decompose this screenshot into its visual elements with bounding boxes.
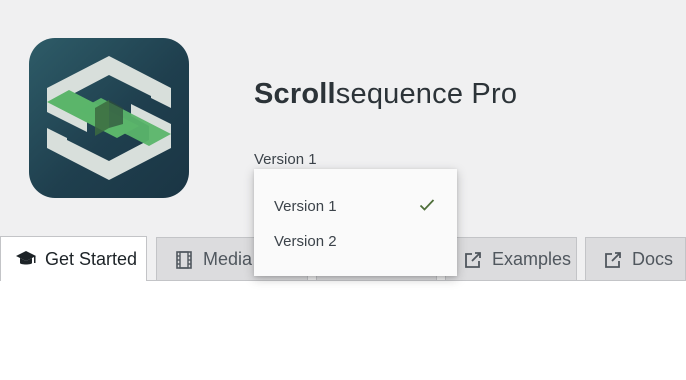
main-content xyxy=(0,281,686,380)
product-title-rest: sequence Pro xyxy=(335,78,518,110)
film-icon xyxy=(173,249,195,271)
graduation-cap-icon xyxy=(15,248,37,270)
check-icon xyxy=(419,198,435,212)
version-option-2[interactable]: Version 2 xyxy=(254,226,457,256)
product-title: Scrollsequence Pro xyxy=(254,78,517,111)
tab-label: Media xyxy=(203,249,253,269)
product-title-bold: Scroll xyxy=(254,78,336,110)
version-option-1[interactable]: Version 1 xyxy=(254,191,457,221)
option-label: Version 1 xyxy=(274,197,337,215)
tab-get-started[interactable]: Get Started xyxy=(0,236,147,281)
tab-label: Examples xyxy=(492,249,572,269)
version-dropdown-menu: Version 1 Version 2 xyxy=(254,169,457,276)
tab-docs[interactable]: Docs xyxy=(585,237,686,281)
tab-examples[interactable]: Examples xyxy=(445,237,577,281)
external-link-icon xyxy=(602,249,624,271)
tab-label: Docs xyxy=(632,249,674,269)
option-label: Version 2 xyxy=(274,232,337,250)
scrollsequence-logo-icon xyxy=(29,38,189,198)
external-link-icon xyxy=(462,249,484,271)
version-select[interactable]: Version 1 xyxy=(254,151,317,168)
tab-label: Get Started xyxy=(45,248,138,269)
